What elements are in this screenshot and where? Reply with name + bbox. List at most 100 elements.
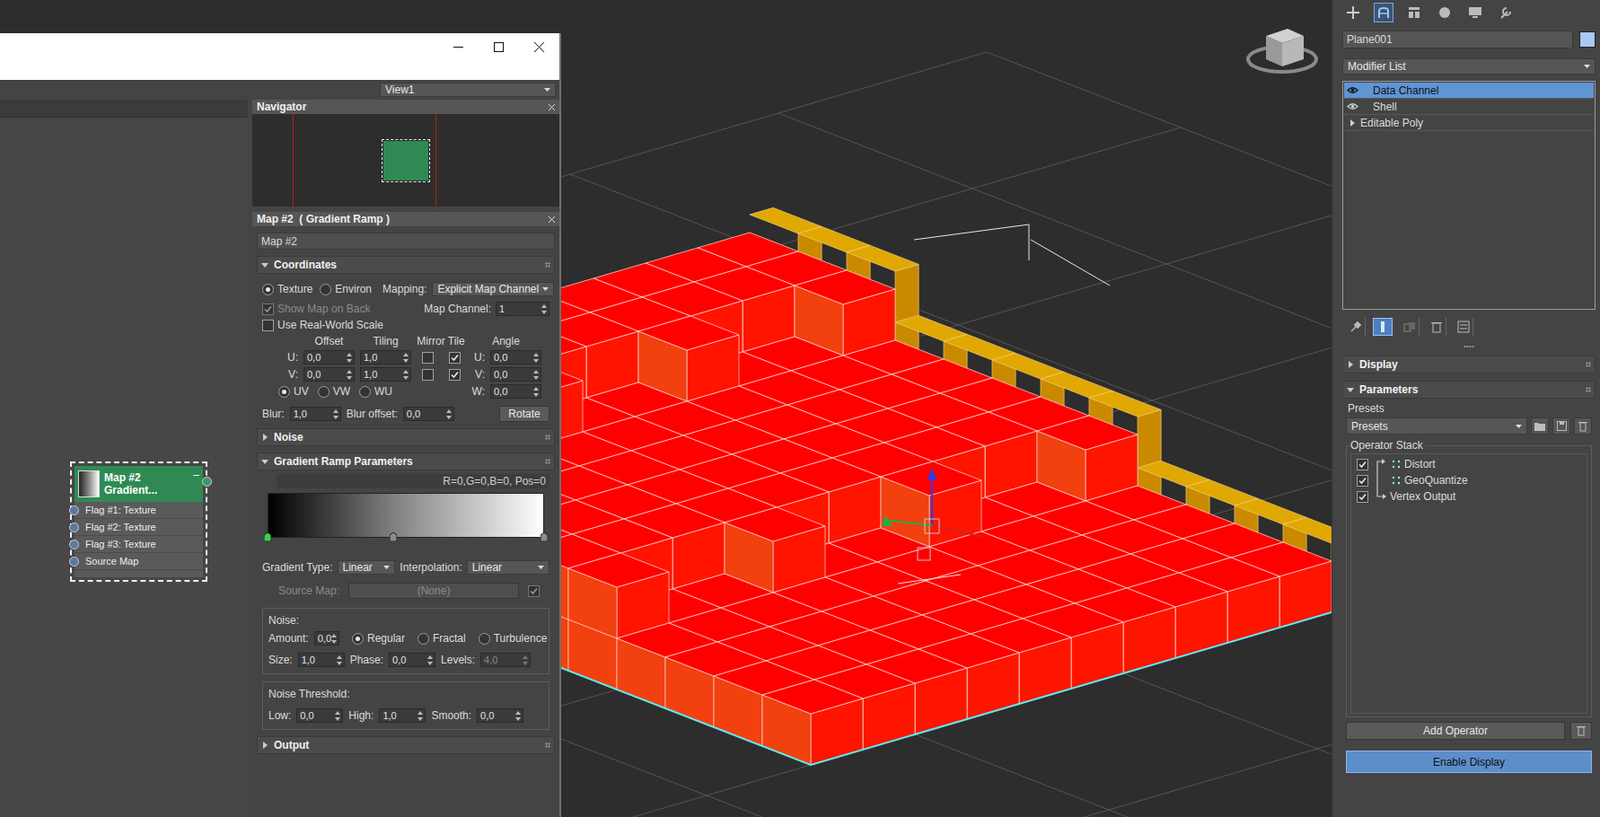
delete-operator-button[interactable]	[1570, 721, 1592, 740]
noise-type-radio[interactable]: Regular	[351, 632, 405, 645]
view-cube-icon[interactable]	[1248, 28, 1317, 72]
expand-arrow-icon[interactable]	[1348, 119, 1356, 127]
noise-type-radio[interactable]: Turbulence	[478, 632, 548, 645]
blur-offset-spinner[interactable]: 0,0	[403, 406, 455, 422]
operator-checkbox[interactable]	[1356, 458, 1369, 471]
stack-tool-button[interactable]	[1399, 317, 1420, 336]
node-slot[interactable]: Flag #1: Texture	[74, 501, 203, 519]
size-spinner[interactable]: 1,0	[298, 652, 345, 668]
amount-spinner[interactable]: 0,0	[314, 631, 340, 646]
presets-dropdown[interactable]: Presets	[1345, 417, 1528, 435]
close-icon[interactable]	[548, 216, 555, 223]
object-color-swatch[interactable]	[1579, 31, 1596, 48]
operator-checkbox[interactable]	[1356, 491, 1369, 503]
map-node[interactable]: Map #2Gradient...–Flag #1: TextureFlag #…	[73, 465, 204, 579]
rollout-header[interactable]: Gradient Ramp Parameters	[256, 452, 555, 471]
threshold-spinner[interactable]: 0,0	[476, 708, 524, 723]
delete-preset-button[interactable]	[1573, 417, 1592, 435]
enable-display-button[interactable]: Enable Display	[1345, 750, 1592, 774]
gradient-flag-icon[interactable]	[389, 532, 397, 542]
node-collapse-button[interactable]: –	[193, 468, 200, 482]
view-dropdown[interactable]: View1	[379, 82, 556, 97]
threshold-spinner[interactable]: 0,0	[296, 708, 343, 723]
save-preset-button[interactable]	[1552, 417, 1571, 435]
command-tab[interactable]	[1343, 2, 1363, 23]
rollout-header[interactable]: Coordinates	[256, 255, 555, 274]
add-operator-button[interactable]: Add Operator	[1345, 721, 1565, 740]
command-tab[interactable]	[1495, 2, 1516, 23]
source-map-button[interactable]: (None)	[348, 582, 519, 599]
tile-checkbox[interactable]	[448, 369, 461, 381]
close-button[interactable]	[518, 33, 560, 61]
input-socket[interactable]	[69, 556, 80, 567]
blur-spinner[interactable]: 1,0	[290, 406, 342, 422]
input-socket[interactable]	[69, 522, 80, 533]
rollout-header[interactable]: Parameters	[1342, 380, 1596, 399]
input-socket[interactable]	[69, 505, 80, 516]
projection-radio[interactable]: Texture	[262, 282, 313, 296]
maximize-button[interactable]	[478, 33, 519, 61]
modifier-list-dropdown[interactable]: Modifier List	[1342, 58, 1596, 75]
command-tab[interactable]	[1404, 2, 1425, 23]
minimize-button[interactable]	[438, 33, 479, 61]
phase-spinner[interactable]: 0,0	[388, 652, 436, 668]
levels-spinner[interactable]: 4,0	[480, 652, 531, 668]
node-header[interactable]: Map #2Gradient...–	[74, 465, 203, 502]
eye-icon[interactable]	[1346, 102, 1359, 111]
operator-item[interactable]: Distort	[1356, 456, 1582, 473]
operator-item[interactable]: GeoQuantize	[1356, 472, 1582, 489]
mapping-dropdown[interactable]: Explicit Map Channel	[431, 281, 554, 297]
map-channel-spinner[interactable]: 1	[495, 301, 550, 317]
plane-radio[interactable]: WU	[359, 385, 393, 398]
gradient-type-dropdown[interactable]: Linear	[337, 560, 396, 575]
material-editor-window[interactable]: View1Map #2Gradient...–Flag #1: TextureF…	[0, 33, 562, 817]
tiling-spinner[interactable]: 1,0	[360, 367, 412, 382]
angle-spinner[interactable]: 0,0	[490, 367, 542, 382]
offset-spinner[interactable]: 0,0	[303, 367, 355, 382]
threshold-spinner[interactable]: 1,0	[378, 708, 426, 723]
modifier-stack-item[interactable]: Shell	[1344, 98, 1594, 115]
angle-spinner[interactable]: 0,0	[490, 350, 542, 365]
gradient-flag-icon[interactable]	[263, 532, 272, 542]
stack-tool-button[interactable]	[1372, 317, 1393, 336]
node-canvas[interactable]: Map #2Gradient...–Flag #1: TextureFlag #…	[0, 117, 248, 817]
rollout-header[interactable]: Display	[1342, 355, 1596, 374]
node-slot[interactable]: Source Map	[74, 553, 203, 571]
source-map-checkbox[interactable]	[527, 585, 540, 598]
offset-spinner[interactable]: 0,0	[303, 350, 355, 365]
gradient-flag-icon[interactable]	[540, 532, 548, 542]
mirror-checkbox[interactable]	[421, 351, 434, 364]
real-world-scale-checkbox[interactable]: Use Real-World Scale	[262, 318, 384, 332]
show-map-on-back-checkbox[interactable]: Show Map on Back	[262, 302, 370, 316]
load-preset-button[interactable]	[1530, 417, 1549, 435]
stack-tool-button[interactable]	[1453, 317, 1474, 336]
node-slot[interactable]: Flag #3: Texture	[74, 536, 203, 554]
tiling-spinner[interactable]: 1,0	[360, 350, 412, 365]
eye-icon[interactable]	[1346, 86, 1359, 95]
input-socket[interactable]	[69, 539, 80, 550]
transform-gizmo-icon[interactable]	[881, 468, 984, 561]
noise-type-radio[interactable]: Fractal	[417, 632, 466, 645]
resize-handle[interactable]	[1463, 344, 1475, 349]
rollout-header[interactable]: Output	[256, 736, 555, 755]
modifier-stack-item[interactable]: Data Channel	[1344, 82, 1594, 99]
object-name-field[interactable]: Plane001	[1342, 30, 1574, 49]
modifier-stack-item[interactable]: Editable Poly	[1344, 114, 1594, 132]
plane-radio[interactable]: UV	[278, 385, 309, 398]
map-name-field[interactable]: Map #2	[256, 232, 555, 250]
tile-checkbox[interactable]	[448, 351, 461, 364]
angle-spinner[interactable]: 0,0	[490, 384, 542, 399]
gradient-ramp[interactable]	[267, 492, 545, 538]
command-tab[interactable]	[1434, 2, 1455, 23]
node-slot[interactable]: Flag #2: Texture	[74, 518, 203, 537]
operator-item[interactable]: Vertex Output	[1356, 488, 1582, 505]
command-tab[interactable]	[1373, 2, 1394, 23]
close-icon[interactable]	[548, 104, 555, 111]
projection-radio[interactable]: Environ	[319, 282, 372, 296]
output-socket[interactable]	[202, 476, 212, 487]
rotate-button[interactable]: Rotate	[499, 405, 550, 422]
operator-checkbox[interactable]	[1356, 474, 1369, 487]
viewport[interactable]: View1Map #2Gradient...–Flag #1: TextureF…	[0, 0, 1332, 817]
mirror-checkbox[interactable]	[421, 369, 434, 381]
interpolation-dropdown[interactable]: Linear	[466, 560, 550, 575]
